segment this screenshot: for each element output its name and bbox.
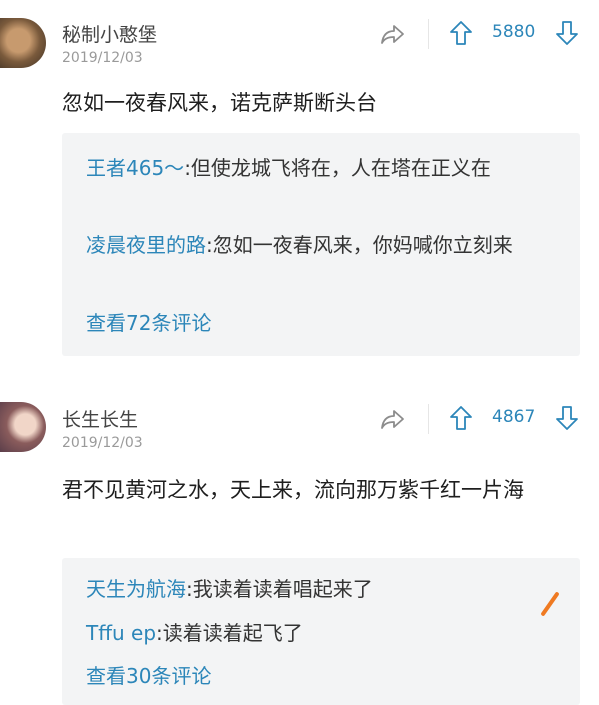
reply-item[interactable]: 天生为航海:我读着读着唱起来了: [86, 572, 566, 606]
reply-author[interactable]: 凌晨夜里的路: [86, 233, 206, 257]
reply-item[interactable]: 凌晨夜里的路:忽如一夜春风来，你妈喊你立刻来: [86, 228, 566, 262]
username[interactable]: 秘制小憨堡: [62, 20, 157, 47]
downvote-icon[interactable]: [555, 20, 579, 46]
comment-content: 忽如一夜春风来，诺克萨斯断头台: [62, 91, 377, 115]
reply-item[interactable]: Tffu ep:读着读着起飞了: [86, 616, 566, 650]
reply-box: 王者465～:但使龙城飞将在，人在塔在正义在 凌晨夜里的路:忽如一夜春风来，你妈…: [62, 133, 580, 356]
divider: [428, 404, 429, 434]
reply-item[interactable]: 王者465～:但使龙城飞将在，人在塔在正义在: [86, 151, 566, 185]
view-more-link[interactable]: 查看30条评论: [86, 660, 211, 689]
reply-text: :但使龙城飞将在，人在塔在正义在: [184, 156, 491, 180]
avatar[interactable]: [0, 18, 46, 68]
downvote-icon[interactable]: [555, 405, 579, 431]
username[interactable]: 长生长生: [62, 405, 138, 432]
upvote-icon[interactable]: [449, 20, 473, 46]
comment-date: 2019/12/03: [62, 50, 143, 66]
share-icon[interactable]: [380, 22, 406, 46]
reply-text: :我读着读着唱起来了: [186, 577, 373, 601]
upvote-icon[interactable]: [449, 405, 473, 431]
reply-text: :忽如一夜春风来，你妈喊你立刻来: [206, 233, 513, 257]
share-icon[interactable]: [380, 407, 406, 431]
avatar[interactable]: [0, 402, 46, 452]
comment-content: 君不见黄河之水，天上来，流向那万紫千红一片海: [62, 478, 524, 502]
reply-author[interactable]: 天生为航海: [86, 577, 186, 601]
comment-date: 2019/12/03: [62, 435, 143, 451]
reply-author[interactable]: 王者465～: [86, 156, 184, 180]
reply-author[interactable]: Tffu ep: [86, 621, 156, 645]
divider: [428, 19, 429, 49]
vote-count: 5880: [492, 22, 536, 42]
vote-count: 4867: [492, 407, 536, 427]
reply-text: :读着读着起飞了: [156, 621, 303, 645]
reply-box: 天生为航海:我读着读着唱起来了 Tffu ep:读着读着起飞了 查看30条评论: [62, 558, 580, 705]
view-more-link[interactable]: 查看72条评论: [86, 307, 211, 336]
